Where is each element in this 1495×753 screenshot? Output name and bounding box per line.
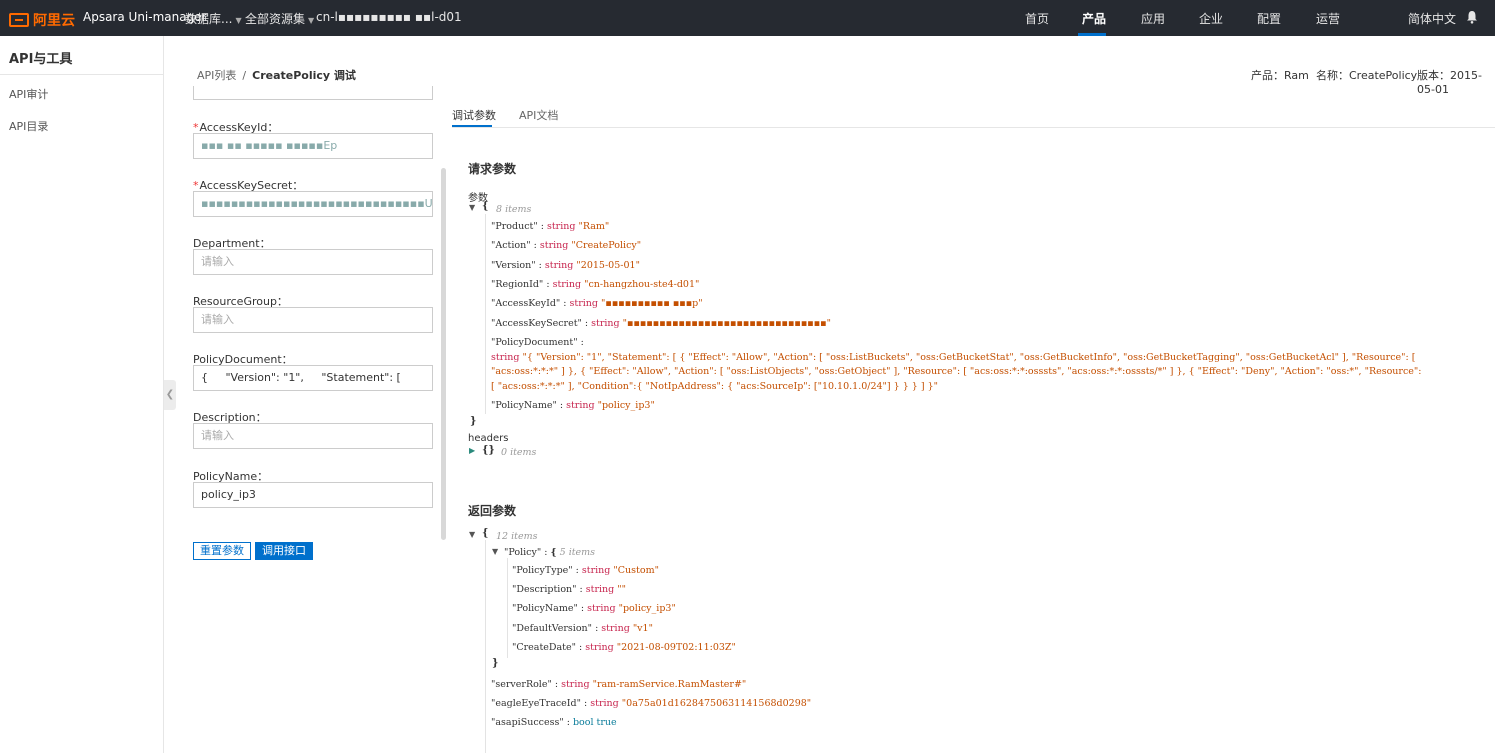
nav-home[interactable]: 首页: [1025, 10, 1049, 27]
json-entry: "Description" : string "": [512, 584, 627, 595]
expand-triangle-icon[interactable]: ▶: [469, 446, 475, 455]
json-entry: "eagleEyeTraceId" : string "0a75a01d1628…: [491, 698, 812, 709]
caret-down-icon: ▼: [308, 16, 315, 25]
json-entry-policydocument-line3: [ "acs:oss:*:*:*" ], "Condition":{ "NotI…: [491, 381, 938, 392]
breadcrumb-separator: /: [242, 69, 247, 82]
nav-applications[interactable]: 应用: [1141, 10, 1165, 27]
accesskeyid-input[interactable]: ▪▪▪ ▪▪ ▪▪▪▪▪ ▪▪▪▪▪Ep: [193, 133, 433, 159]
nav-enterprise[interactable]: 企业: [1199, 10, 1223, 27]
collapse-sidebar-button[interactable]: ❮: [164, 380, 176, 410]
policyname-input[interactable]: policy_ip3: [193, 482, 433, 508]
aliyun-logo[interactable]: 阿里云: [9, 10, 75, 30]
sidebar-divider: [0, 74, 164, 75]
active-tab-indicator: [452, 125, 492, 127]
scrolled-input-stub: [193, 86, 433, 100]
headers-item-count: 0 items: [501, 447, 537, 458]
json-entry: "RegionId" : string "cn-hangzhou-ste4-d0…: [491, 279, 700, 290]
json-entry: "AccessKeySecret" : string "▪▪▪▪▪▪▪▪▪▪▪▪…: [491, 318, 831, 329]
tab-bar: 调试参数 API文档: [452, 100, 1495, 128]
breadcrumb-api-list[interactable]: API列表: [197, 69, 236, 82]
tab-api-docs[interactable]: API文档: [519, 107, 558, 123]
tree-guide-line: [507, 558, 508, 658]
json-entry: "AccessKeyId" : string "▪▪▪▪▪▪▪▪▪▪ ▪▪▪p": [491, 298, 703, 309]
json-entry: "PolicyType" : string "Custom": [512, 565, 659, 576]
json-entry: "Product" : string "Ram": [491, 221, 610, 232]
json-entry: "Action" : string "CreatePolicy": [491, 240, 642, 251]
meta-version: 版本：2015-05-01: [1417, 69, 1482, 96]
nav-configuration[interactable]: 配置: [1257, 10, 1281, 27]
description-input[interactable]: 请输入: [193, 423, 433, 449]
meta-name: 名称：CreatePolicy: [1316, 69, 1418, 82]
active-nav-indicator: [1078, 33, 1106, 36]
breadcrumb: API列表 / CreatePolicy 调试: [197, 67, 356, 83]
reset-params-button[interactable]: 重置参数: [193, 542, 251, 560]
policydocument-input[interactable]: { "Version": "1", "Statement": [ { "Ef: [193, 365, 433, 391]
caret-down-icon: ▼: [235, 16, 242, 25]
logo-icon: [9, 13, 29, 27]
json-entry: "DefaultVersion" : string "v1": [512, 623, 653, 634]
json-entry: "CreateDate" : string "2021-08-09T02:11:…: [512, 642, 736, 653]
nav-products[interactable]: 产品: [1082, 10, 1106, 27]
database-dropdown-label: 数据库...: [185, 12, 233, 26]
database-dropdown[interactable]: 数据库... ▼: [185, 10, 242, 27]
response-params-title: 返回参数: [468, 504, 517, 518]
json-entry-policydocument-key: "PolicyDocument" :: [491, 337, 584, 348]
json-entry-policydocument-line1: string "{ "Version": "1", "Statement": […: [491, 352, 1416, 363]
request-item-count: 8 items: [496, 204, 532, 215]
tree-guide-line: [485, 214, 486, 414]
region-selector[interactable]: cn-l▪▪▪▪▪▪▪▪▪ ▪▪l-d01: [316, 10, 462, 24]
language-switch[interactable]: 简体中文: [1408, 10, 1456, 27]
sidebar: API与工具 API审计 API目录: [0, 36, 164, 753]
json-entry: "Version" : string "2015-05-01": [491, 260, 640, 271]
tree-guide-line: [485, 540, 486, 753]
json-entry: "serverRole" : string "ram-ramService.Ra…: [491, 679, 747, 690]
resource-set-dropdown-label: 全部资源集: [245, 12, 306, 26]
accesskeysecret-value: ▪▪▪▪▪▪▪▪▪▪▪▪▪▪▪▪▪▪▪▪▪▪▪▪▪▪▪▪▪▪UZ: [201, 197, 433, 210]
chevron-left-icon: ❮: [165, 389, 175, 400]
meta-product: 产品：Ram: [1251, 69, 1309, 82]
response-item-count: 12 items: [496, 531, 538, 542]
accesskeyid-value: ▪▪▪ ▪▪ ▪▪▪▪▪ ▪▪▪▪▪Ep: [201, 139, 338, 152]
collapse-triangle-icon[interactable]: ▼: [469, 203, 475, 212]
object-close-brace: }: [492, 658, 499, 669]
json-entry-policy: "Policy" : { 5 items: [504, 547, 596, 558]
resource-set-dropdown[interactable]: 全部资源集 ▼: [245, 10, 314, 27]
object-open-brace: {: [482, 201, 489, 212]
object-open-brace: {: [482, 528, 489, 539]
top-navigation-bar: 阿里云 Apsara Uni-manager 数据库... ▼ 全部资源集 ▼ cn…: [0, 0, 1495, 36]
object-close-brace: }: [470, 416, 477, 427]
department-input[interactable]: 请输入: [193, 249, 433, 275]
sidebar-title: API与工具: [9, 52, 73, 67]
request-params-title: 请求参数: [468, 162, 517, 176]
sidebar-item-api-audit[interactable]: API审计: [9, 86, 48, 102]
bell-icon[interactable]: [1466, 10, 1478, 24]
resourcegroup-input[interactable]: 请输入: [193, 307, 433, 333]
headers-braces: {}: [482, 445, 495, 456]
breadcrumb-current: CreatePolicy 调试: [252, 69, 356, 82]
json-entry: "PolicyName" : string "policy_ip3": [512, 603, 676, 614]
json-entry-policydocument-line2: "acs:oss:*:*:*" ] }, { "Effect": "Allow"…: [491, 366, 1422, 377]
form-scrollbar[interactable]: [441, 168, 446, 540]
collapse-triangle-icon[interactable]: ▼: [492, 547, 498, 556]
headers-label: headers: [468, 433, 509, 444]
json-entry: "asapiSuccess" : bool true: [491, 717, 617, 728]
call-api-button[interactable]: 调用接口: [255, 542, 313, 560]
sidebar-item-api-catalog[interactable]: API目录: [9, 118, 48, 134]
nav-operations[interactable]: 运营: [1316, 10, 1340, 27]
accesskeysecret-input[interactable]: ▪▪▪▪▪▪▪▪▪▪▪▪▪▪▪▪▪▪▪▪▪▪▪▪▪▪▪▪▪▪UZ: [193, 191, 433, 217]
logo-text: 阿里云: [33, 13, 75, 29]
json-entry: "PolicyName" : string "policy_ip3": [491, 400, 655, 411]
tab-debug-params[interactable]: 调试参数: [452, 107, 496, 123]
collapse-triangle-icon[interactable]: ▼: [469, 530, 475, 539]
